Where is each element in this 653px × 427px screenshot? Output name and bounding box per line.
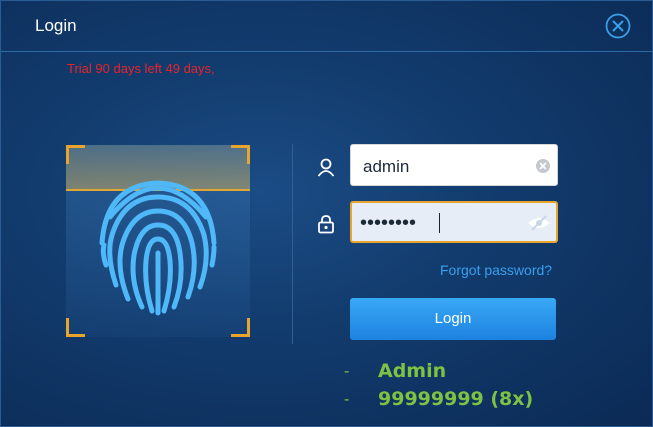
fingerprint-scan-area (66, 145, 250, 337)
username-input[interactable]: admin (350, 144, 558, 186)
login-dialog: Login Trial 90 days left 49 days, admin … (0, 0, 653, 427)
password-input[interactable]: •••••••• (350, 201, 558, 243)
divider (292, 144, 293, 344)
note-bullet: - (344, 363, 350, 380)
password-value: •••••••• (360, 212, 417, 234)
note-password: 99999999 (8x) (378, 388, 534, 410)
username-value: admin (363, 157, 410, 176)
text-caret (439, 213, 440, 233)
user-icon (317, 158, 335, 177)
clear-icon[interactable] (536, 159, 550, 173)
scan-corner-bottom-left (66, 318, 85, 337)
fingerprint-icon (99, 180, 217, 316)
note-username: Admin (378, 360, 447, 382)
login-button[interactable]: Login (350, 298, 556, 340)
close-icon[interactable] (605, 13, 631, 39)
lock-icon (318, 215, 334, 234)
scan-corner-top-left (66, 145, 85, 164)
trial-notice: Trial 90 days left 49 days, (67, 61, 215, 76)
scan-corner-top-right (231, 145, 250, 164)
scan-corner-bottom-right (231, 318, 250, 337)
forgot-password-link[interactable]: Forgot password? (440, 262, 552, 278)
eye-off-icon[interactable] (528, 214, 550, 232)
window-title: Login (35, 16, 77, 35)
note-bullet: - (344, 391, 350, 408)
title-bar: Login (1, 1, 652, 52)
